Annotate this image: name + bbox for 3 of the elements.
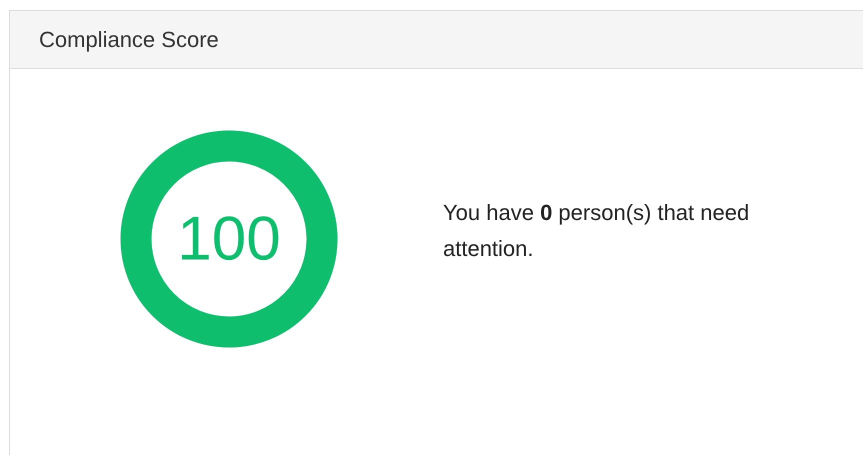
attention-message: You have 0 person(s) that need attention.	[443, 199, 750, 263]
score-value: 100	[176, 204, 282, 274]
panel-title: Compliance Score	[39, 26, 219, 52]
